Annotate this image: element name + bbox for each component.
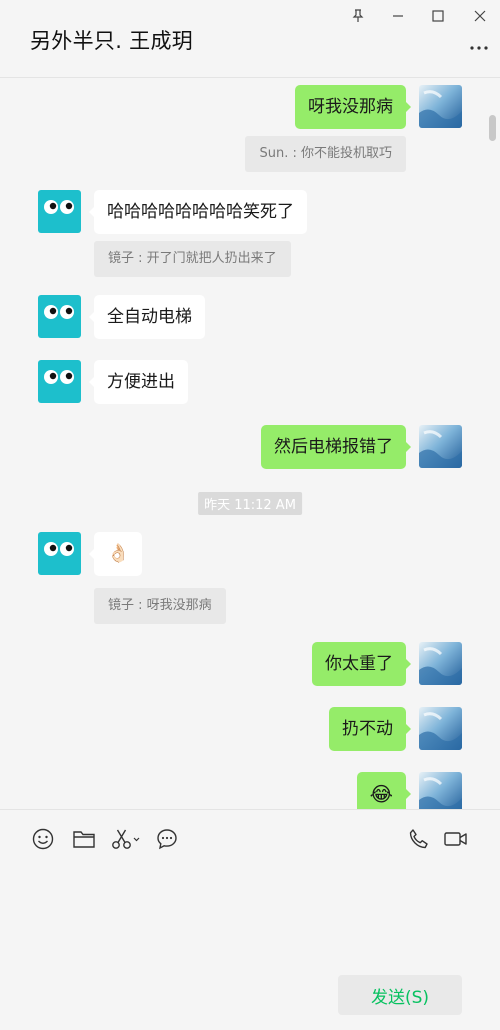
contact-avatar[interactable] — [38, 190, 81, 233]
timestamp: 昨天 11:12 AM — [198, 492, 302, 515]
message-bubble[interactable]: 👌🏻 — [88, 532, 143, 576]
quoted-message[interactable]: Sun. : 你不能投机取巧 — [245, 136, 406, 172]
more-options-icon[interactable] — [468, 38, 490, 58]
contact-avatar[interactable] — [38, 360, 81, 403]
input-toolbar — [0, 809, 500, 869]
chat-title: 另外半只. 王成玥 — [30, 29, 194, 53]
pin-icon[interactable] — [346, 4, 370, 28]
message-bubble[interactable]: 扔不动 — [329, 707, 411, 751]
maximize-icon[interactable] — [426, 4, 450, 28]
quoted-message[interactable]: 镜子 : 呀我没那病 — [94, 588, 226, 624]
message-bubble[interactable]: 方便进出 — [89, 360, 188, 404]
close-icon[interactable] — [468, 4, 492, 28]
folder-icon[interactable] — [71, 826, 97, 852]
my-avatar[interactable] — [419, 642, 462, 685]
message-bubble[interactable]: 然后电梯报错了 — [261, 425, 411, 469]
quoted-message[interactable]: 镜子 : 开了门就把人扔出来了 — [94, 241, 291, 277]
chat-header: 另外半只. 王成玥 — [0, 0, 500, 78]
message-bubble[interactable]: 😂 — [356, 772, 412, 809]
video-icon[interactable] — [441, 826, 471, 852]
message-bubble[interactable]: 哈哈哈哈哈哈哈哈笑死了 — [89, 190, 307, 234]
message-bubble[interactable]: 你太重了 — [312, 642, 411, 686]
message-bubble[interactable]: 呀我没那病 — [295, 85, 411, 129]
contact-avatar[interactable] — [38, 532, 81, 575]
my-avatar[interactable] — [419, 85, 462, 128]
chat-bubble-icon[interactable] — [154, 826, 180, 852]
phone-icon[interactable] — [406, 826, 432, 852]
contact-avatar[interactable] — [38, 295, 81, 338]
my-avatar[interactable] — [419, 707, 462, 750]
minimize-icon[interactable] — [386, 4, 410, 28]
emoji-icon[interactable] — [30, 826, 56, 852]
scrollbar-thumb[interactable] — [489, 115, 496, 141]
my-avatar[interactable] — [419, 425, 462, 468]
message-list[interactable]: 呀我没那病 Sun. : 你不能投机取巧 哈哈哈哈哈哈哈哈笑死了 镜子 : 开了… — [0, 79, 500, 809]
scissors-icon[interactable] — [110, 826, 142, 852]
my-avatar[interactable] — [419, 772, 462, 809]
message-bubble[interactable]: 全自动电梯 — [89, 295, 205, 339]
send-button[interactable]: 发送(S) — [338, 975, 462, 1015]
message-input[interactable] — [0, 869, 500, 969]
